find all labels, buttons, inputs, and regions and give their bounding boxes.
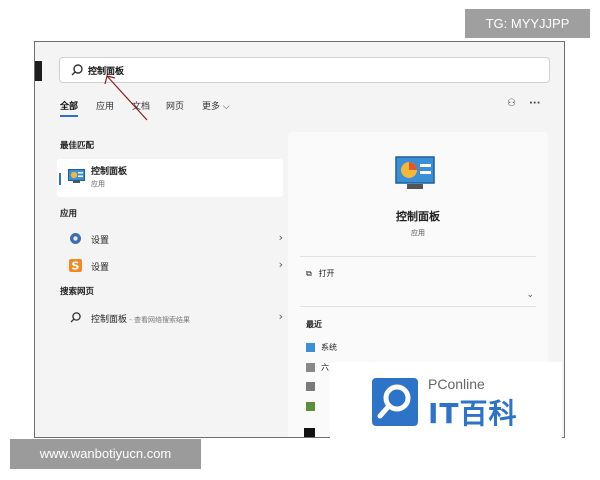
- network-icon: [306, 363, 315, 372]
- logo-pconline-text: PConline: [428, 376, 485, 392]
- tab-web[interactable]: 网页: [166, 99, 184, 112]
- control-panel-icon: [68, 169, 85, 183]
- recent-item[interactable]: [306, 402, 321, 411]
- tab-all[interactable]: 全部: [60, 99, 79, 117]
- open-action[interactable]: ⧉ 打开: [306, 268, 335, 279]
- recent-item[interactable]: 六: [306, 362, 329, 373]
- search-icon: [71, 64, 83, 76]
- tab-more[interactable]: 更多 ⌵: [202, 99, 230, 112]
- app-result-label: 设置: [91, 236, 110, 246]
- divider: [300, 256, 536, 257]
- best-match-type: 应用: [91, 180, 105, 188]
- best-match-heading: 最佳匹配: [60, 141, 95, 151]
- web-search-heading: 搜索网页: [60, 287, 95, 297]
- recent-item-icon-dark: [304, 428, 315, 437]
- preview-type: 应用: [411, 229, 425, 237]
- chevron-down-icon[interactable]: ⌄: [526, 290, 534, 300]
- chevron-right-icon[interactable]: ›: [279, 258, 283, 271]
- app-result-settings[interactable]: 设置 ›: [57, 228, 283, 250]
- tab-apps[interactable]: 应用: [96, 99, 114, 112]
- search-icon: [70, 312, 81, 323]
- preview-title: 控制面板: [396, 210, 440, 223]
- best-match-item[interactable]: 控制面板 应用: [57, 159, 283, 197]
- svg-text:S: S: [72, 260, 80, 273]
- divider: [300, 306, 536, 307]
- more-icon[interactable]: ···: [529, 98, 540, 109]
- system-icon: [306, 343, 315, 352]
- recent-item[interactable]: [306, 382, 321, 391]
- web-search-result[interactable]: 控制面板 - 查看网络搜索结果 ›: [57, 307, 283, 329]
- share-icon[interactable]: ⚇: [507, 98, 516, 109]
- best-match-name: 控制面板: [91, 167, 128, 177]
- watermark-tg: TG: MYYJJPP: [465, 9, 590, 38]
- web-search-sub: - 查看网络搜索结果: [127, 316, 190, 324]
- device-icon: [306, 402, 315, 411]
- user-icon: [306, 382, 315, 391]
- watermark-site: www.wanbotiyucn.com: [10, 439, 201, 469]
- recent-item[interactable]: 系统: [306, 342, 337, 353]
- recent-heading: 最近: [306, 320, 322, 329]
- s-logo-icon: S: [69, 259, 82, 272]
- gear-icon: [70, 233, 81, 244]
- search-logo-icon: [372, 378, 418, 426]
- taskbar-edge: [35, 61, 42, 81]
- app-result-settings-2[interactable]: S 设置 ›: [57, 255, 283, 277]
- web-search-label: 控制面板 - 查看网络搜索结果: [91, 315, 190, 325]
- apps-heading: 应用: [60, 209, 78, 219]
- chevron-right-icon[interactable]: ›: [279, 231, 283, 244]
- pconline-logo: PConline IT百科: [330, 362, 562, 438]
- selection-indicator: [59, 173, 61, 185]
- app-result-label: 设置: [91, 263, 110, 273]
- chevron-right-icon[interactable]: ›: [279, 310, 283, 323]
- logo-itbaike-text: IT百科: [428, 397, 518, 430]
- open-icon: ⧉: [306, 269, 312, 278]
- control-panel-icon: [395, 156, 435, 189]
- tab-documents[interactable]: 文档: [132, 99, 150, 112]
